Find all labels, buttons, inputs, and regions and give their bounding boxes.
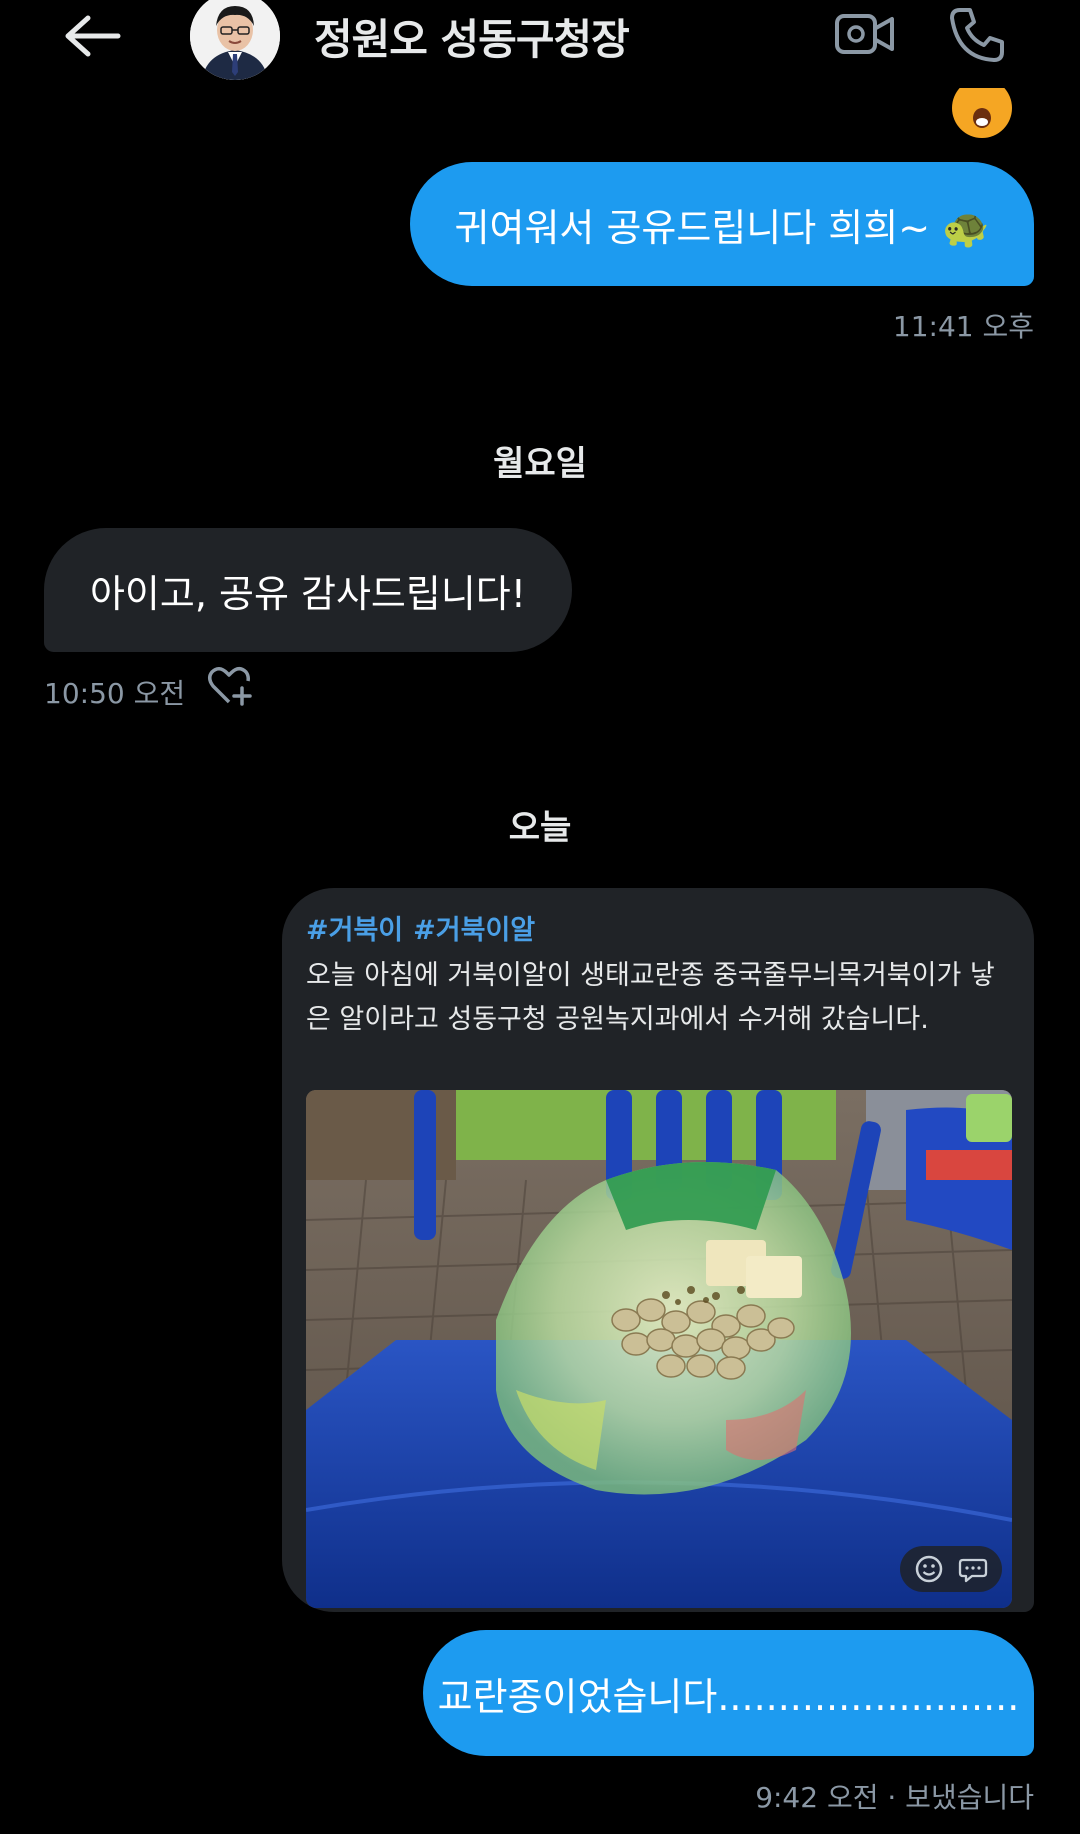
message-timestamp: 11:41 오후 xyxy=(892,310,1034,343)
photo-actions xyxy=(900,1546,1002,1592)
avatar[interactable] xyxy=(190,0,280,80)
heart-plus-icon[interactable] xyxy=(206,664,252,708)
conversation-title[interactable]: 정원오 성동구청장 xyxy=(314,6,630,67)
emoji-icon[interactable] xyxy=(914,1554,944,1584)
back-arrow-icon[interactable] xyxy=(62,14,122,58)
reaction-emoji-icon xyxy=(952,88,1012,138)
message-timestamp: 9:42 오전 · 보냈습니다 xyxy=(755,1781,1034,1814)
shared-post-card[interactable]: #거북이 #거북이알 오늘 아침에 거북이알이 생태교란종 중국줄무늬목거북이가 … xyxy=(282,888,1034,1612)
post-photo[interactable] xyxy=(306,1090,1012,1608)
hashtags: #거북이 #거북이알 xyxy=(306,908,545,947)
video-call-icon[interactable] xyxy=(834,8,896,60)
phone-icon[interactable] xyxy=(946,4,1008,66)
day-separator: 월요일 xyxy=(493,444,587,484)
message-timestamp: 10:50 오전 xyxy=(44,677,186,710)
hashtag-link[interactable]: #거북이 xyxy=(306,915,403,946)
message-bubble-outgoing[interactable]: 교란종이었습니다......................... xyxy=(423,1630,1034,1756)
day-separator: 오늘 xyxy=(508,808,572,848)
comment-icon[interactable] xyxy=(958,1554,988,1584)
hashtag-link[interactable]: #거북이알 xyxy=(413,915,535,946)
message-bubble-incoming[interactable]: 아이고, 공유 감사드립니다! xyxy=(44,528,572,652)
message-bubble-outgoing[interactable]: 귀여워서 공유드립니다 희희~ 🐢 xyxy=(410,162,1034,286)
post-caption: 오늘 아침에 거북이알이 생태교란종 중국줄무늬목거북이가 낳은 알이라고 성동… xyxy=(306,960,995,1035)
